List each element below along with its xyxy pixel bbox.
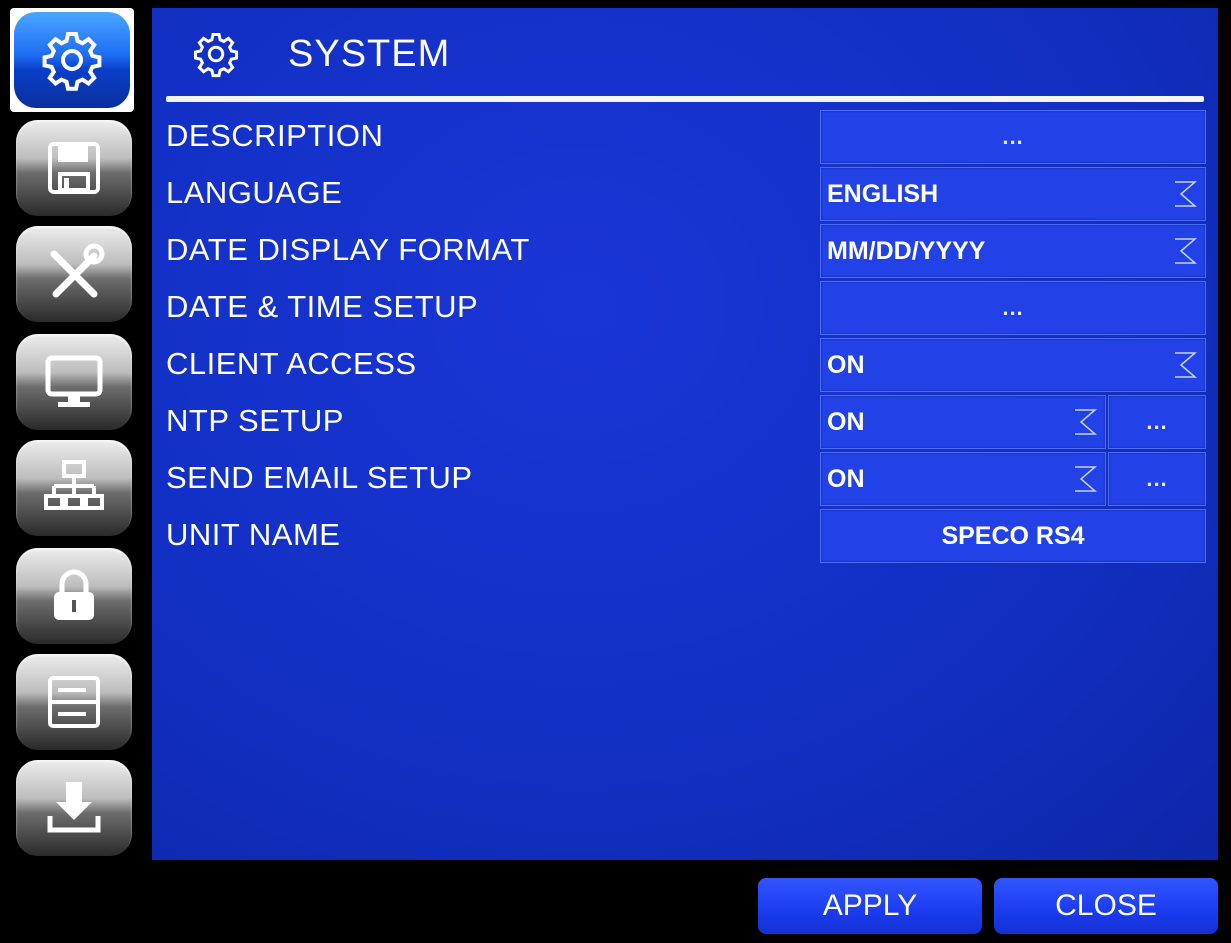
sidebar-item-security[interactable]	[16, 548, 132, 644]
unit-name-field[interactable]: SPECO RS4	[820, 509, 1206, 563]
ntp-more-button[interactable]: ...	[1108, 395, 1206, 449]
setting-label: LANGUAGE	[166, 175, 343, 210]
sidebar-item-update[interactable]	[16, 760, 132, 856]
download-icon	[47, 782, 101, 833]
sidebar-item-network[interactable]	[16, 440, 132, 536]
setting-label: CLIENT ACCESS	[166, 346, 417, 381]
dropdown-arrow-icon	[1075, 409, 1097, 435]
gear-icon	[42, 32, 102, 91]
setting-row-date-format: DATE DISPLAY FORMAT MM/DD/YYYY	[166, 224, 1206, 278]
sidebar	[10, 8, 138, 868]
date-time-setup-button[interactable]: ...	[820, 281, 1206, 335]
lock-icon	[54, 569, 94, 620]
dropdown-arrow-icon	[1175, 181, 1197, 207]
description-button[interactable]: ...	[820, 110, 1206, 164]
dropdown-arrow-icon	[1075, 466, 1097, 492]
monitor-icon	[45, 355, 103, 407]
sidebar-item-system[interactable]	[10, 8, 134, 112]
sidebar-item-record[interactable]	[16, 120, 132, 216]
apply-button[interactable]: APPLY	[758, 878, 982, 934]
email-more-button[interactable]: ...	[1108, 452, 1206, 506]
setting-row-description: DESCRIPTION ...	[166, 110, 1206, 164]
setting-label: SEND EMAIL SETUP	[166, 460, 473, 495]
panel-header: SYSTEM	[192, 26, 450, 82]
dropdown-arrow-icon	[1175, 352, 1197, 378]
sidebar-item-tools[interactable]	[16, 226, 132, 322]
page-title: SYSTEM	[288, 32, 451, 75]
gear-icon	[193, 33, 239, 78]
setting-label: NTP SETUP	[166, 403, 344, 438]
sidebar-item-storage[interactable]	[16, 654, 132, 750]
setting-row-date-time: DATE & TIME SETUP ...	[166, 281, 1206, 335]
setting-label: DESCRIPTION	[166, 118, 384, 153]
sidebar-item-display[interactable]	[16, 334, 132, 430]
setting-row-client-access: CLIENT ACCESS ON	[166, 338, 1206, 392]
date-format-select[interactable]: MM/DD/YYYY	[820, 224, 1206, 278]
setting-label: UNIT NAME	[166, 517, 341, 552]
setting-label: DATE DISPLAY FORMAT	[166, 232, 530, 267]
setting-row-ntp: NTP SETUP ON ...	[166, 395, 1206, 449]
system-panel: SYSTEM DESCRIPTION ... LANGUAGE ENGLISH …	[152, 8, 1218, 860]
client-access-select[interactable]: ON	[820, 338, 1206, 392]
setting-label: DATE & TIME SETUP	[166, 289, 479, 324]
network-icon	[44, 460, 104, 510]
tools-icon	[50, 243, 105, 298]
close-button[interactable]: CLOSE	[994, 878, 1218, 934]
email-select[interactable]: ON	[820, 452, 1106, 506]
storage-icon	[48, 676, 100, 728]
language-select[interactable]: ENGLISH	[820, 167, 1206, 221]
dropdown-arrow-icon	[1175, 238, 1197, 264]
setting-row-language: LANGUAGE ENGLISH	[166, 167, 1206, 221]
title-divider	[166, 96, 1204, 102]
setting-row-unit-name: UNIT NAME SPECO RS4	[166, 509, 1206, 563]
setting-row-email: SEND EMAIL SETUP ON ...	[166, 452, 1206, 506]
floppy-disk-icon	[48, 142, 100, 194]
ntp-select[interactable]: ON	[820, 395, 1106, 449]
